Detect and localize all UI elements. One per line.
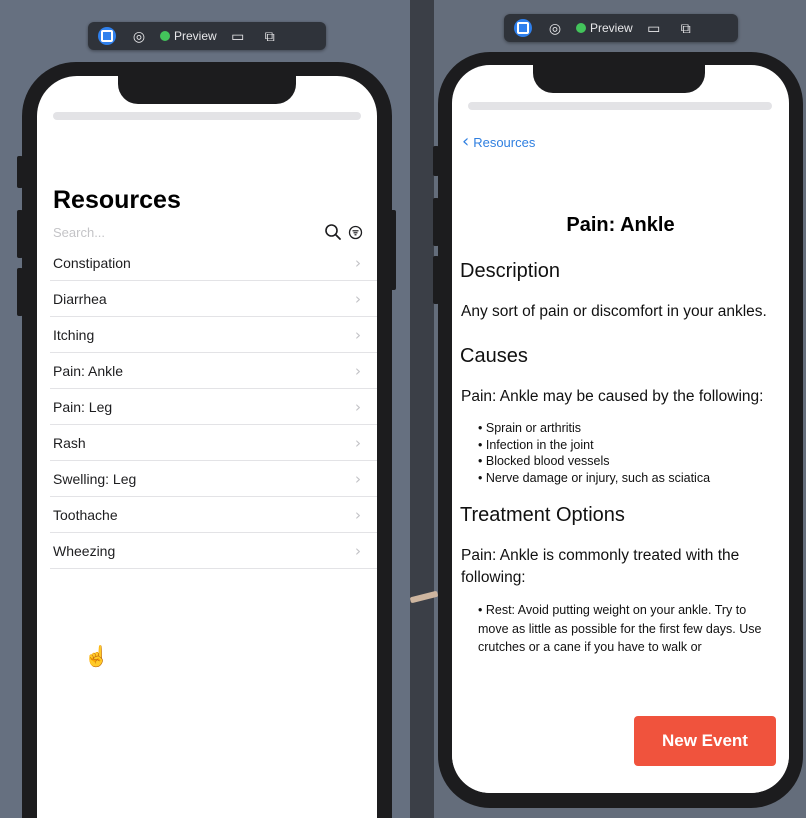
resource-content: Description Any sort of pain or discomfo… [460, 260, 780, 657]
list-item-label: Rash [53, 434, 86, 451]
list-item[interactable]: Constipation › [50, 245, 377, 281]
causes-list: Sprain or arthritis Infection in the joi… [478, 420, 780, 486]
cause-item: Blocked blood vessels [478, 453, 780, 470]
resources-list-screen: Resources Constipation › Diarrhea › Itchin… [37, 76, 377, 818]
live-preview-button[interactable] [512, 17, 534, 39]
chevron-right-icon: › [355, 469, 361, 488]
cause-item: Sprain or arthritis [478, 420, 780, 437]
page-title: Resources [53, 186, 181, 214]
search-bar [53, 220, 363, 244]
description-text: Any sort of pain or discomfort in your a… [461, 303, 767, 320]
page-title: Pain: Ankle [566, 214, 675, 236]
list-item-label: Pain: Ankle [53, 362, 124, 379]
preview-toolbar-right: ◎ Preview ▭ ⧉ [504, 14, 738, 42]
list-item[interactable]: Itching › [50, 317, 377, 353]
live-icon [98, 27, 116, 45]
list-item-label: Wheezing [53, 542, 116, 559]
preview-mode-button[interactable]: Preview [576, 21, 633, 35]
chevron-left-icon: ‹ [462, 131, 470, 152]
list-item[interactable]: Pain: Ankle › [50, 353, 377, 389]
status-dot-icon [160, 31, 170, 41]
device-settings-button[interactable]: ▭ [643, 17, 665, 39]
list-item[interactable]: Diarrhea › [50, 281, 377, 317]
list-item-label: Diarrhea [53, 290, 107, 307]
search-input[interactable] [53, 224, 324, 240]
duplicate-preview-button[interactable]: ⧉ [259, 25, 281, 47]
chevron-right-icon: › [355, 325, 361, 344]
device-icon: ▭ [647, 20, 661, 36]
sheet-handle [468, 102, 772, 110]
preview-toolbar-left: ◎ Preview ▭ ⧉ [88, 22, 326, 50]
cause-item: Infection in the joint [478, 437, 780, 454]
list-item[interactable]: Pain: Leg › [50, 389, 377, 425]
chevron-right-icon: › [355, 433, 361, 452]
preview-label: Preview [590, 21, 633, 35]
device-icon: ▭ [231, 28, 245, 44]
description-heading: Description [460, 260, 561, 282]
chevron-right-icon: › [355, 289, 361, 308]
search-icons [324, 223, 363, 241]
duplicate-preview-button[interactable]: ⧉ [675, 17, 697, 39]
back-button[interactable]: ‹ Resources [462, 133, 535, 151]
hand-cursor-icon: ☝ [84, 646, 109, 668]
preview-label: Preview [174, 29, 217, 43]
status-dot-icon [576, 23, 586, 33]
chevron-right-icon: › [355, 397, 361, 416]
resources-list: Constipation › Diarrhea › Itching › Pain: A… [50, 245, 377, 569]
sheet-handle [53, 112, 361, 120]
live-preview-button[interactable] [96, 25, 118, 47]
list-item[interactable]: Rash › [50, 425, 377, 461]
list-item-label: Pain: Leg [53, 398, 113, 415]
list-item-label: Constipation [53, 254, 131, 271]
chevron-right-icon: › [355, 541, 361, 560]
new-event-button[interactable]: New Event [634, 716, 776, 766]
list-item[interactable]: Toothache › [50, 497, 377, 533]
cause-item: Nerve damage or injury, such as sciatica [478, 470, 780, 487]
duplicate-icon: ⧉ [264, 28, 275, 44]
causes-heading: Causes [460, 345, 528, 367]
select-mode-button[interactable]: ◎ [544, 17, 566, 39]
list-item-label: Swelling: Leg [53, 470, 137, 487]
device-settings-button[interactable]: ▭ [227, 25, 249, 47]
preview-mode-button[interactable]: Preview [160, 29, 217, 43]
phone-notch [118, 76, 296, 104]
list-item[interactable]: Wheezing › [50, 533, 377, 569]
chevron-right-icon: › [355, 253, 361, 272]
selectable-icon: ◎ [132, 28, 146, 44]
phone-notch [533, 65, 705, 93]
live-icon [514, 19, 532, 37]
search-icon[interactable] [324, 223, 342, 241]
canvas-divider [410, 0, 434, 818]
back-label: Resources [473, 134, 536, 150]
list-item-label: Itching [53, 326, 95, 343]
treatment-heading: Treatment Options [460, 504, 625, 526]
treatment-text: • Rest: Avoid putting weight on your ank… [478, 603, 762, 654]
select-mode-button[interactable]: ◎ [128, 25, 150, 47]
phone-frame-list: Resources Constipation › Diarrhea › Itchin… [22, 62, 392, 818]
treatment-intro: Pain: Ankle is commonly treated with the… [461, 547, 740, 586]
selectable-icon: ◎ [548, 20, 562, 36]
causes-intro: Pain: Ankle may be caused by the followi… [461, 388, 764, 405]
filter-icon[interactable] [348, 225, 363, 240]
duplicate-icon: ⧉ [680, 20, 691, 36]
chevron-right-icon: › [355, 505, 361, 524]
phone-frame-detail: ‹ Resources Pain: Ankle Description Any … [438, 52, 803, 808]
resource-detail-screen: ‹ Resources Pain: Ankle Description Any … [452, 65, 789, 793]
list-item[interactable]: Swelling: Leg › [50, 461, 377, 497]
chevron-right-icon: › [355, 361, 361, 380]
list-item-label: Toothache [53, 506, 118, 523]
